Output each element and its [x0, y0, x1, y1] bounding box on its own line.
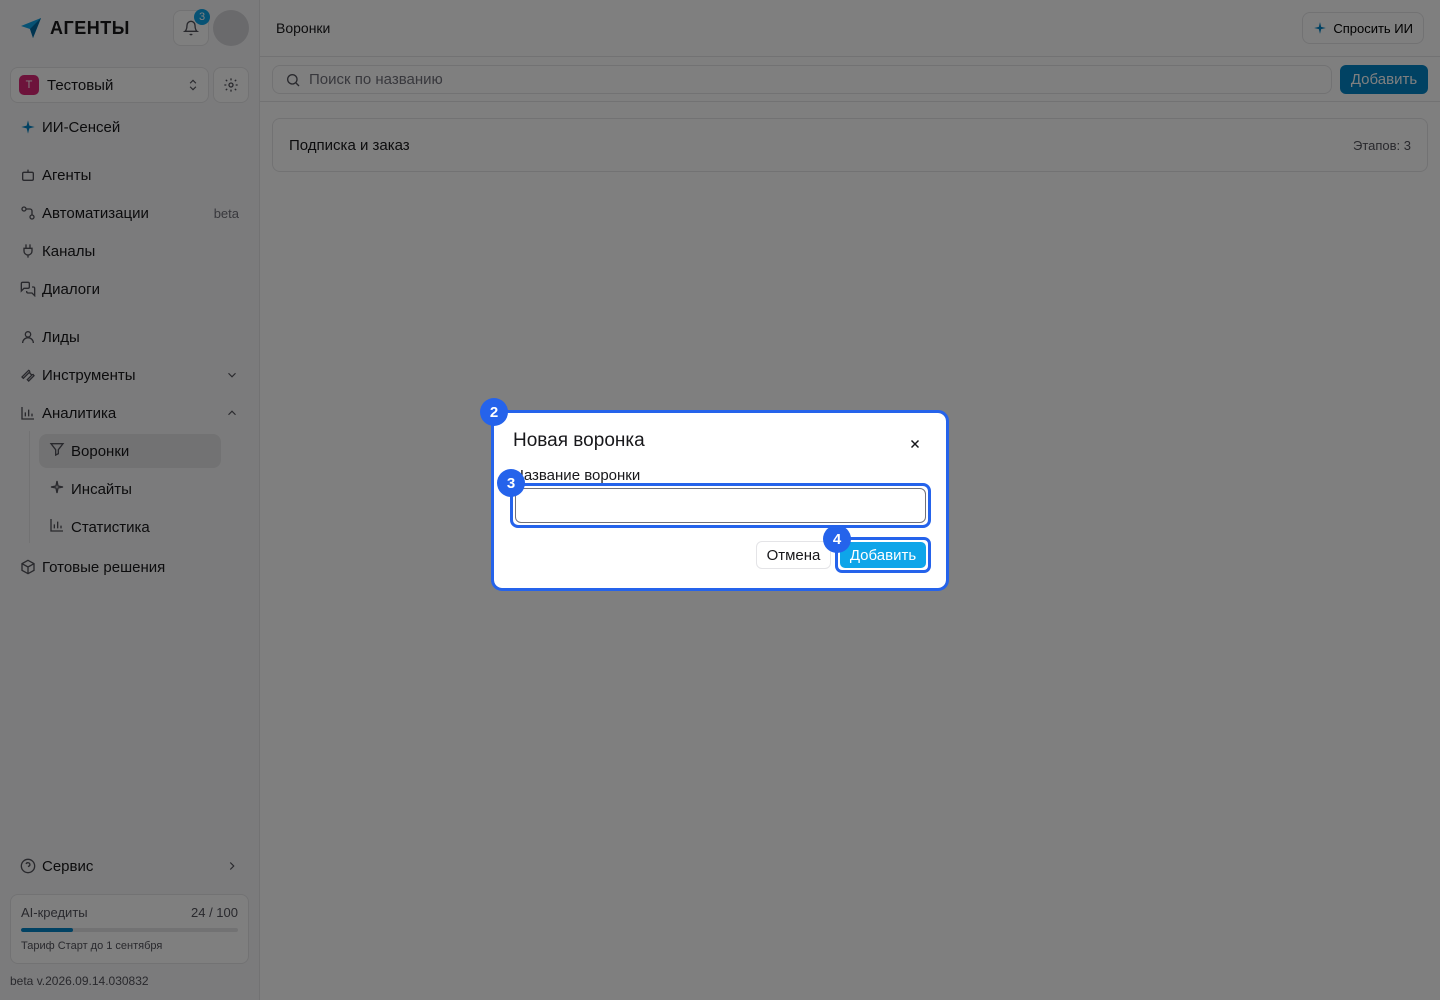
- funnel-name-label: Название воронки: [513, 467, 641, 484]
- step-marker-3: 3: [497, 469, 525, 497]
- step-marker-4: 4: [823, 525, 851, 553]
- close-icon: [910, 439, 920, 449]
- close-button[interactable]: [904, 433, 926, 455]
- step-marker-2: 2: [480, 398, 508, 426]
- cancel-button[interactable]: Отмена: [756, 541, 831, 569]
- submit-button[interactable]: Добавить: [840, 542, 926, 568]
- funnel-name-field-highlight: [510, 483, 931, 528]
- dialog-title: Новая воронка: [513, 430, 645, 451]
- funnel-name-input[interactable]: [515, 488, 926, 523]
- new-funnel-dialog: Новая воронка Название воронки Отмена До…: [491, 410, 949, 591]
